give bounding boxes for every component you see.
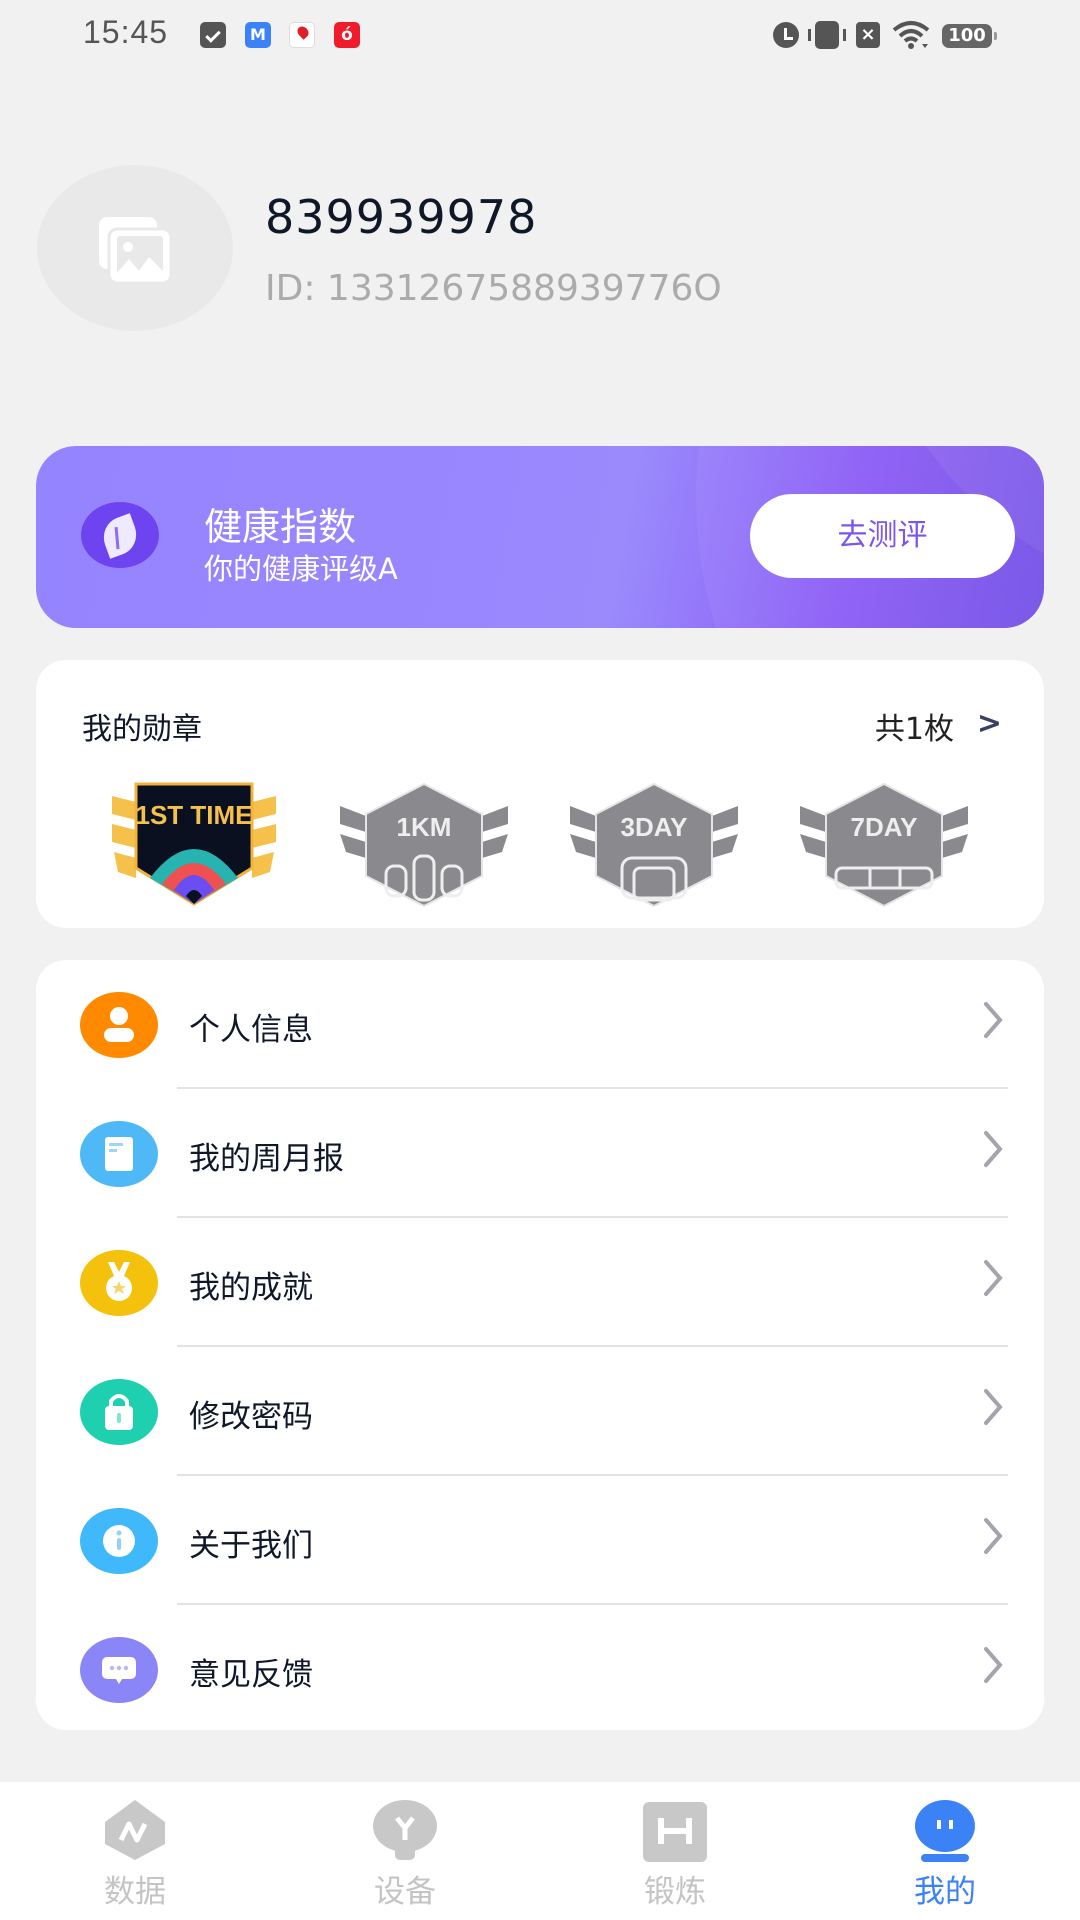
nav-label: 锻炼: [644, 1874, 706, 1910]
info-icon: [80, 1508, 158, 1574]
nav-label: 数据: [104, 1874, 166, 1910]
clipboard-check-icon: [200, 22, 226, 48]
menu-label: 我的成就: [189, 1270, 313, 1306]
lock-icon: [80, 1379, 158, 1445]
menu-label: 关于我们: [189, 1528, 313, 1564]
chevron-right-icon: [984, 1389, 1003, 1425]
chevron-right-icon[interactable]: >: [977, 706, 1002, 741]
status-time: 15:45: [83, 14, 169, 50]
user-id: ID: 1331267588939776O: [265, 268, 722, 309]
menu-label: 我的周月报: [189, 1141, 344, 1177]
chevron-right-icon: [984, 1260, 1003, 1296]
menu-item-personal-info[interactable]: 个人信息: [36, 960, 1044, 1089]
menu-item-feedback[interactable]: 意见反馈: [36, 1605, 1044, 1734]
app-m-icon: M: [245, 22, 271, 48]
health-index-title: 健康指数: [204, 505, 357, 549]
menu-item-change-password[interactable]: 修改密码: [36, 1347, 1044, 1476]
battery-icon: 100: [942, 24, 997, 48]
image-placeholder-icon: [99, 217, 173, 283]
medal-icon: [80, 1250, 158, 1316]
nav-label: 设备: [374, 1874, 436, 1910]
svg-text:7DAY: 7DAY: [851, 812, 918, 842]
bottom-nav: 数据 设备 锻炼 我的: [0, 1782, 1080, 1920]
menu-item-achievements[interactable]: 我的成就: [36, 1218, 1044, 1347]
nav-tab-mine[interactable]: 我的: [810, 1782, 1080, 1920]
svg-text:1ST TIME: 1ST TIME: [135, 800, 252, 830]
wifi-icon: [892, 21, 930, 49]
menu-label: 修改密码: [189, 1399, 313, 1435]
device-bulb-icon: [373, 1800, 437, 1860]
medals-count[interactable]: 共1枚: [875, 704, 954, 748]
leaf-icon: [81, 502, 159, 568]
svg-text:1KM: 1KM: [397, 812, 452, 842]
medal-badge[interactable]: 3DAY: [566, 780, 742, 908]
menu-item-about-us[interactable]: 关于我们: [36, 1476, 1044, 1605]
medals-title: 我的勋章: [82, 712, 202, 747]
menu-label: 个人信息: [189, 1012, 313, 1048]
status-bar: 15:45 M ó × 100: [0, 0, 1080, 70]
robot-face-icon: [915, 1800, 975, 1862]
menu-item-weekly-monthly-report[interactable]: 我的周月报: [36, 1089, 1044, 1218]
netease-music-icon: ó: [334, 22, 360, 48]
chevron-right-icon: [984, 1647, 1003, 1683]
vibrate-icon: [808, 21, 846, 49]
username: 839939978: [265, 190, 538, 244]
alarm-icon: [773, 22, 799, 48]
nav-tab-device[interactable]: 设备: [270, 1782, 540, 1920]
medal-badge[interactable]: 1KM: [336, 780, 512, 908]
health-index-card[interactable]: 健康指数 你的健康评级A 去测评: [36, 446, 1044, 628]
chevron-right-icon: [984, 1131, 1003, 1167]
medal-badge[interactable]: 1ST TIME: [106, 780, 282, 908]
nav-tab-data[interactable]: 数据: [0, 1782, 270, 1920]
avatar[interactable]: [37, 165, 233, 331]
medal-3day-icon: 3DAY: [570, 782, 738, 908]
chevron-right-icon: [984, 1518, 1003, 1554]
svg-text:3DAY: 3DAY: [621, 812, 688, 842]
health-rating-text: 你的健康评级A: [204, 552, 398, 586]
medals-card: 我的勋章 共1枚 > 1ST TIME 1KM 3DAY 7DAY: [36, 660, 1044, 928]
chevron-right-icon: [984, 1002, 1003, 1038]
dumbbell-square-icon: [643, 1802, 707, 1862]
baidu-maps-icon: [289, 22, 315, 48]
menu-label: 意见反馈: [189, 1657, 313, 1693]
medal-1km-icon: 1KM: [340, 782, 508, 908]
medal-1st-time-icon: 1ST TIME: [112, 782, 276, 906]
person-icon: [80, 992, 158, 1058]
nav-label: 我的: [914, 1874, 976, 1910]
assess-button[interactable]: 去测评: [750, 494, 1015, 578]
chart-hexagon-icon: [105, 1800, 165, 1860]
medal-badge[interactable]: 7DAY: [796, 780, 972, 908]
no-sim-icon: ×: [856, 22, 880, 48]
medal-7day-icon: 7DAY: [800, 782, 968, 908]
report-icon: [80, 1121, 158, 1187]
settings-menu: 个人信息 我的周月报 我的成就 修改密码 关于我们 意见反馈: [36, 960, 1044, 1730]
nav-tab-exercise[interactable]: 锻炼: [540, 1782, 810, 1920]
feedback-icon: [80, 1637, 158, 1703]
